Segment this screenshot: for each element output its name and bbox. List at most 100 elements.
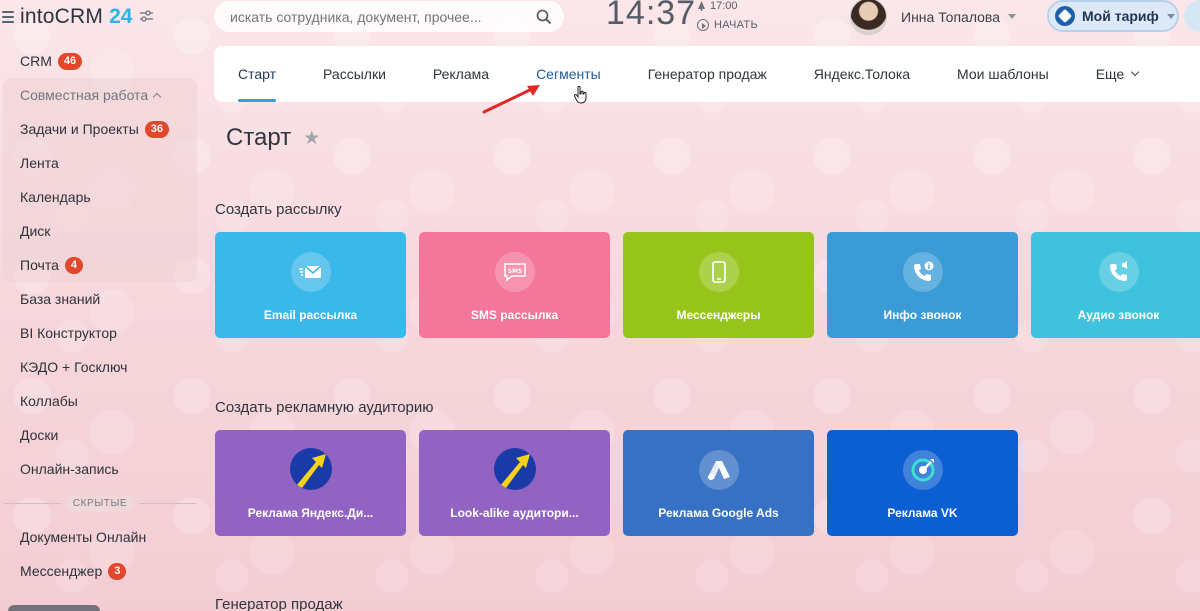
sidebar-item-mail[interactable]: Почта 4	[3, 248, 197, 282]
tile-yandex-direct[interactable]: Реклама Яндекс.Ди...	[215, 430, 406, 536]
tile-google-ads[interactable]: Реклама Google Ads	[623, 430, 814, 536]
sidebar-item-kedo[interactable]: КЭДО + Госключ	[0, 350, 200, 384]
sidebar-bottom-button[interactable]	[8, 605, 100, 611]
tab-my-templates[interactable]: Мои шаблоны	[957, 46, 1049, 102]
sidebar-item-calendar[interactable]: Календарь	[3, 180, 197, 214]
alarm-reminder[interactable]: 17:00	[697, 0, 738, 12]
sidebar-item-label: BI Конструктор	[20, 325, 117, 341]
counter-badge: 36	[144, 120, 170, 138]
tab-label: Генератор продаж	[647, 66, 767, 82]
sidebar-item-messenger[interactable]: Мессенджер 3	[0, 554, 200, 588]
tile-label: Мессенджеры	[676, 308, 761, 322]
tab-yandex-toloka[interactable]: Яндекс.Толока	[814, 46, 910, 102]
info-call-icon: i	[902, 252, 943, 292]
sidebar-group-collaboration: Совместная работа Задачи и Проекты 36 Ле…	[3, 78, 197, 282]
bell-icon	[698, 1, 705, 11]
divider	[4, 502, 61, 504]
tab-segments[interactable]: Сегменты	[536, 46, 601, 102]
start-label: НАЧАТЬ	[714, 19, 758, 31]
sidebar-item-label: Календарь	[20, 189, 91, 205]
tile-email-mailing[interactable]: Email рассылка	[215, 232, 406, 338]
counter-badge: 46	[57, 52, 83, 70]
sidebar-item-label: Почта	[20, 257, 59, 273]
yandex-direct-icon	[493, 448, 536, 490]
search-icon[interactable]	[536, 9, 552, 25]
tile-info-call[interactable]: i Инфо звонок	[827, 232, 1018, 338]
tile-label: Реклама Google Ads	[658, 506, 779, 520]
tab-mailings[interactable]: Рассылки	[323, 46, 386, 102]
sidebar-item-label: Коллабы	[20, 393, 78, 409]
user-menu[interactable]: Инна Топалова	[850, 0, 1016, 35]
chevron-down-icon	[1166, 13, 1175, 19]
mailing-tiles: Email рассылка SMS SMS рассылка Мессендж…	[215, 232, 1200, 338]
yandex-direct-icon	[289, 448, 332, 490]
my-tariff-button[interactable]: Мой тариф	[1047, 0, 1179, 32]
tile-vk-ads[interactable]: Реклама VK	[827, 430, 1018, 536]
section-title-sales: Генератор продаж	[215, 596, 343, 611]
sidebar-item-collabs[interactable]: Коллабы	[0, 384, 200, 418]
right-panel-edge[interactable]	[1184, 0, 1200, 32]
tab-sales-generator[interactable]: Генератор продаж	[648, 46, 767, 102]
phone-icon	[698, 252, 739, 292]
header-logo-area: intoCRM 24	[0, 0, 154, 34]
tab-more[interactable]: Еще	[1095, 46, 1140, 102]
vk-ads-icon	[902, 450, 943, 490]
sidebar-group-header[interactable]: Совместная работа	[3, 78, 197, 112]
hand-cursor-icon	[574, 86, 587, 104]
sidebar-item-bi-constructor[interactable]: BI Конструктор	[0, 316, 200, 350]
menu-burger-icon[interactable]	[2, 11, 14, 23]
sidebar-item-documents-online[interactable]: Документы Онлайн	[0, 520, 200, 554]
sidebar-item-label: Документы Онлайн	[20, 529, 147, 545]
google-ads-icon	[698, 450, 739, 490]
sidebar-item-disk[interactable]: Диск	[3, 214, 197, 248]
start-workday-button[interactable]: НАЧАТЬ	[697, 19, 758, 31]
sidebar-item-label: Диск	[20, 223, 51, 239]
avatar[interactable]	[850, 0, 887, 35]
sidebar-item-online-booking[interactable]: Онлайн-запись	[0, 452, 200, 486]
page-title: Старт ★	[226, 124, 320, 152]
search-input[interactable]	[230, 8, 536, 25]
sms-icon: SMS	[494, 252, 535, 292]
section-title-mailing: Создать рассылку	[215, 201, 342, 218]
tab-start[interactable]: Старт	[238, 46, 277, 102]
tab-label: Рассылки	[323, 66, 386, 82]
sidebar-item-boards[interactable]: Доски	[0, 418, 200, 452]
tile-look-alike[interactable]: Look-alike аудитори...	[419, 430, 610, 536]
tab-bar: Старт Рассылки Реклама Сегменты Генерато…	[214, 46, 1200, 102]
annotation-arrow-icon	[482, 85, 540, 114]
logo-text[interactable]: intoCRM	[20, 5, 103, 29]
sidebar-item-tasks[interactable]: Задачи и Проекты 36	[3, 112, 197, 146]
tab-label: Еще	[1095, 66, 1125, 82]
star-icon[interactable]: ★	[303, 127, 320, 150]
user-name[interactable]: Инна Топалова	[901, 9, 1000, 25]
tile-label: Инфо звонок	[883, 308, 962, 322]
sidebar-item-knowledge-base[interactable]: База знаний	[0, 282, 200, 316]
tab-label: Яндекс.Толока	[813, 66, 911, 82]
tile-label: Look-alike аудитори...	[450, 506, 579, 520]
sidebar-item-label: Совместная работа	[20, 87, 149, 103]
tile-messengers[interactable]: Мессенджеры	[623, 232, 814, 338]
sidebar-item-label: Мессенджер	[20, 563, 103, 579]
tariff-label: Мой тариф	[1082, 8, 1159, 24]
tab-label: Старт	[238, 66, 277, 82]
audio-call-icon	[1098, 252, 1139, 292]
divider	[139, 502, 196, 504]
tile-audio-call[interactable]: Аудио звонок	[1031, 232, 1200, 338]
hidden-label: СКРЫТЫЕ	[64, 494, 136, 512]
alarm-time: 17:00	[710, 0, 738, 12]
play-icon	[697, 19, 709, 31]
sidebar-item-label: КЭДО + Госключ	[20, 359, 128, 375]
tariff-diamond-icon	[1055, 6, 1075, 26]
settings-sliders-icon[interactable]	[140, 9, 154, 25]
sidebar-item-label: Лента	[20, 155, 59, 171]
hidden-items-separator[interactable]: СКРЫТЫЕ	[0, 486, 200, 520]
search-bar[interactable]	[214, 1, 564, 32]
sidebar-item-feed[interactable]: Лента	[3, 146, 197, 180]
tile-label: Email рассылка	[263, 308, 358, 322]
email-icon	[290, 252, 331, 292]
sidebar-item-crm[interactable]: CRM 46	[0, 44, 200, 78]
chevron-down-icon[interactable]	[1008, 14, 1016, 19]
chevron-down-icon	[1130, 67, 1140, 77]
clock-time[interactable]: 14:37	[606, 0, 696, 33]
tile-sms-mailing[interactable]: SMS SMS рассылка	[419, 232, 610, 338]
